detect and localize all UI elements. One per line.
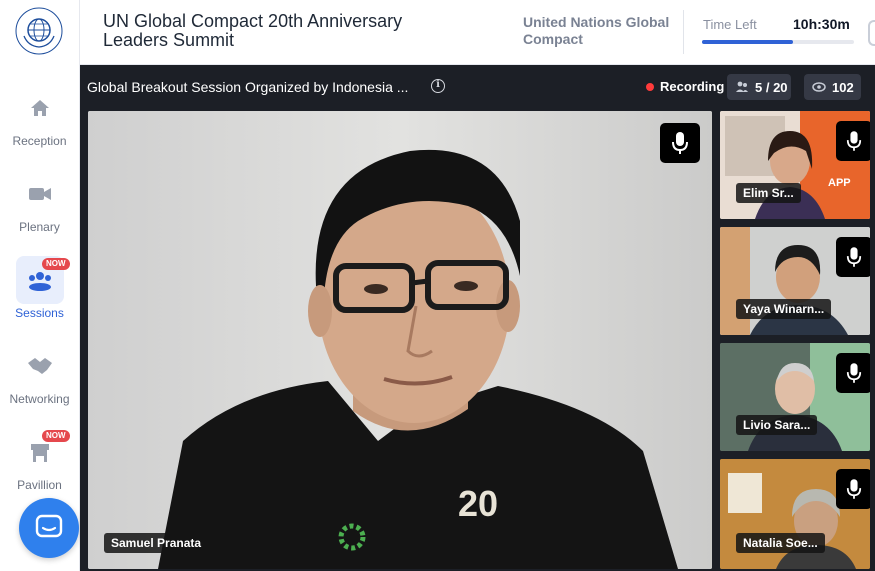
participant-tile[interactable]: Livio Sara... xyxy=(720,343,870,451)
sidebar-item-networking[interactable]: Networking xyxy=(0,342,79,406)
now-badge: NOW xyxy=(41,430,70,442)
event-title: UN Global Compact 20th Anniversary Leade… xyxy=(103,11,403,50)
participant-tile[interactable]: Yaya Winarn... xyxy=(720,227,870,335)
session-stage: Global Breakout Session Organized by Ind… xyxy=(80,65,875,571)
session-title: Global Breakout Session Organized by Ind… xyxy=(87,79,409,95)
sidebar-item-label: Sessions xyxy=(15,306,64,320)
time-progress-bar xyxy=(702,40,854,44)
un-global-compact-logo xyxy=(14,6,64,56)
participant-name-tag: Natalia Soe... xyxy=(736,533,825,553)
handshake-icon xyxy=(16,342,64,390)
time-left-label: Time Left xyxy=(703,17,757,32)
main-video-feed[interactable]: 20 Samuel Pranata xyxy=(88,111,712,569)
microphone-icon xyxy=(846,247,862,267)
mic-button[interactable] xyxy=(836,353,870,393)
sidebar-item-label: Networking xyxy=(9,392,70,406)
header: UN Global Compact 20th Anniversary Leade… xyxy=(80,0,875,65)
speaker-name-tag: Samuel Pranata xyxy=(104,533,209,553)
sidebar-item-sessions[interactable]: NOW Sessions xyxy=(0,256,79,320)
participant-tile[interactable]: Natalia Soe... xyxy=(720,459,870,569)
recording-label: Recording xyxy=(660,79,725,94)
sidebar-item-label: Pavillion xyxy=(17,478,62,492)
microphone-icon xyxy=(846,479,862,499)
svg-text:APP: APP xyxy=(828,177,851,189)
viewers-count: 102 xyxy=(832,79,854,95)
microphone-icon xyxy=(846,131,862,151)
sidebar-item-label: Reception xyxy=(12,134,67,148)
participant-name-tag: Elim Sr... xyxy=(736,183,801,203)
svg-text:20: 20 xyxy=(458,483,498,524)
chat-button[interactable] xyxy=(19,498,79,558)
speaker-video-image: 20 xyxy=(88,111,712,569)
booth-icon: NOW xyxy=(16,428,70,476)
microphone-icon xyxy=(672,132,688,154)
people-icon xyxy=(736,81,748,92)
time-progress-fill xyxy=(702,40,794,44)
recording-dot xyxy=(646,83,654,91)
mic-button[interactable] xyxy=(836,237,870,277)
time-left-value: 10h:30m xyxy=(793,16,850,32)
sidebar-item-plenary[interactable]: Plenary xyxy=(0,170,79,234)
mic-button[interactable] xyxy=(836,121,870,161)
microphone-icon xyxy=(846,363,862,383)
eye-icon xyxy=(812,82,826,92)
mic-button[interactable] xyxy=(836,469,870,509)
participant-name-tag: Yaya Winarn... xyxy=(736,299,832,319)
sidebar-item-pavillion[interactable]: NOW Pavillion xyxy=(0,428,79,492)
participants-counter[interactable]: 5 / 20 xyxy=(727,74,791,100)
profile-button[interactable] xyxy=(868,20,875,46)
participant-tile[interactable]: APP Elim Sr... xyxy=(720,111,870,219)
home-icon xyxy=(16,84,64,132)
sidebar-item-label: Plenary xyxy=(19,220,60,234)
chat-icon xyxy=(35,514,63,538)
video-camera-icon xyxy=(16,170,64,218)
sidebar-item-reception[interactable]: Reception xyxy=(0,84,79,148)
sidebar: Reception Plenary NOW Sessions Networkin… xyxy=(0,0,80,571)
info-icon[interactable] xyxy=(431,79,445,93)
mic-button[interactable] xyxy=(660,123,700,163)
participants-count: 5 / 20 xyxy=(755,79,788,95)
group-icon: NOW xyxy=(15,256,70,304)
organization-link[interactable]: United Nations Global Compact xyxy=(523,14,683,48)
header-divider xyxy=(683,10,684,54)
now-badge: NOW xyxy=(41,258,70,270)
participant-name-tag: Livio Sara... xyxy=(736,415,818,435)
viewers-counter[interactable]: 102 xyxy=(804,74,861,100)
